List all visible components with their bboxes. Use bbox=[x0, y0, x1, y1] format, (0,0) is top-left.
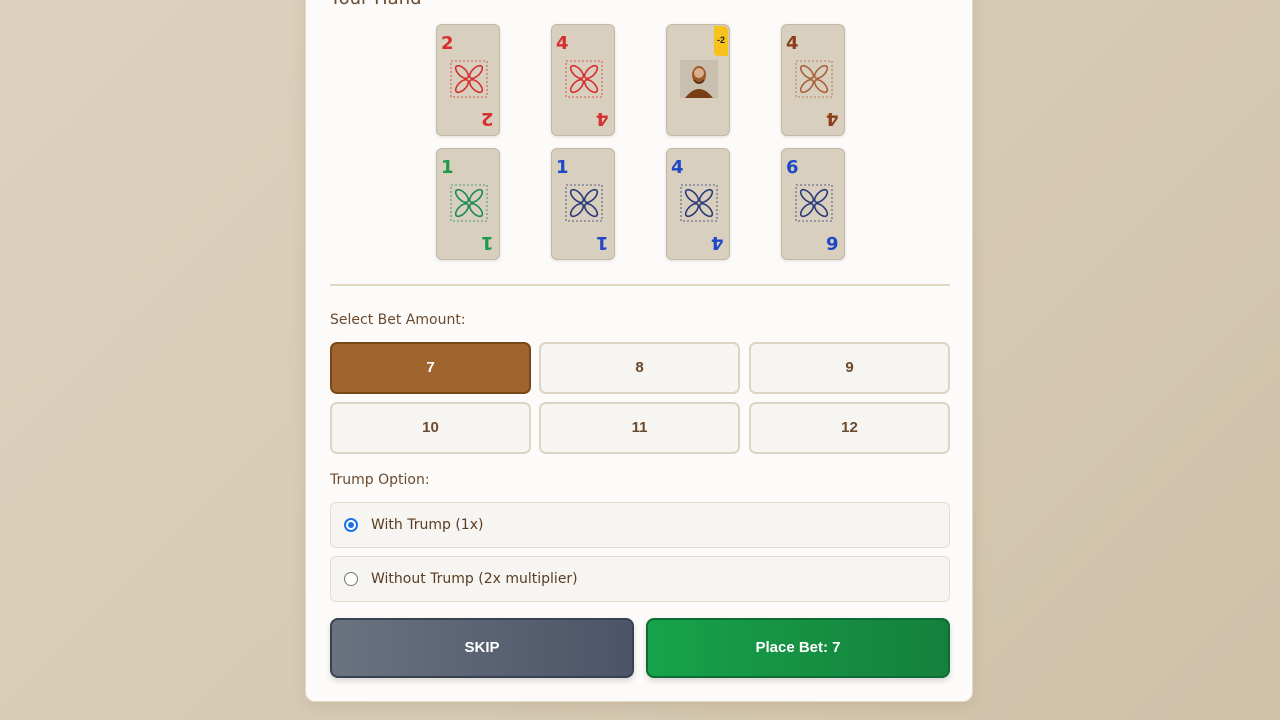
bet-option-8[interactable]: 8 bbox=[539, 342, 740, 394]
hand-card[interactable]: 4 4 bbox=[781, 24, 845, 136]
card-rank-bottom: 4 bbox=[711, 232, 724, 253]
card-rank: 4 bbox=[671, 157, 684, 178]
trump-option-label: Trump Option: bbox=[330, 472, 430, 488]
ornament-red-icon bbox=[450, 60, 488, 98]
penalty-badge: -2 bbox=[714, 26, 728, 56]
without-trump-label: Without Trump (2x multiplier) bbox=[371, 571, 578, 587]
bet-amount-label: Select Bet Amount: bbox=[330, 312, 466, 328]
portrait-face-card-icon bbox=[680, 60, 718, 98]
bet-option-10[interactable]: 10 bbox=[330, 402, 531, 454]
card-rank: 2 bbox=[441, 33, 454, 54]
hand-card-face[interactable]: -2 bbox=[666, 24, 730, 136]
section-divider bbox=[330, 284, 950, 286]
hand-card[interactable]: 2 2 bbox=[436, 24, 500, 136]
hand-card[interactable]: 6 6 bbox=[781, 148, 845, 260]
ornament-blue-icon bbox=[795, 184, 833, 222]
card-rank-bottom: 1 bbox=[596, 232, 609, 253]
without-trump-radio[interactable] bbox=[344, 572, 358, 586]
hand-card[interactable]: 1 1 bbox=[436, 148, 500, 260]
card-rank-bottom: 2 bbox=[481, 108, 494, 129]
with-trump-radio[interactable] bbox=[344, 518, 358, 532]
card-rank: 4 bbox=[556, 33, 569, 54]
ornament-green-icon bbox=[450, 184, 488, 222]
ornament-brown-icon bbox=[795, 60, 833, 98]
hand-card[interactable]: 4 4 bbox=[551, 24, 615, 136]
hand-card[interactable]: 4 4 bbox=[666, 148, 730, 260]
card-rank: 1 bbox=[556, 157, 569, 178]
ornament-blue-icon bbox=[565, 184, 603, 222]
bet-option-12[interactable]: 12 bbox=[749, 402, 950, 454]
card-rank-bottom: 1 bbox=[481, 232, 494, 253]
bet-option-7[interactable]: 7 bbox=[330, 342, 531, 394]
trump-option-with[interactable]: With Trump (1x) bbox=[330, 502, 950, 548]
card-rank-bottom: 6 bbox=[826, 232, 839, 253]
bet-option-11[interactable]: 11 bbox=[539, 402, 740, 454]
hand-title: Your Hand bbox=[330, 0, 422, 9]
card-rank: 4 bbox=[786, 33, 799, 54]
card-rank-bottom: 4 bbox=[596, 108, 609, 129]
with-trump-label: With Trump (1x) bbox=[371, 517, 484, 533]
card-rank: 6 bbox=[786, 157, 799, 178]
trump-option-without[interactable]: Without Trump (2x multiplier) bbox=[330, 556, 950, 602]
card-rank: 1 bbox=[441, 157, 454, 178]
card-rank-bottom: 4 bbox=[826, 108, 839, 129]
ornament-blue-icon bbox=[680, 184, 718, 222]
hand-card[interactable]: 1 1 bbox=[551, 148, 615, 260]
ornament-red-icon bbox=[565, 60, 603, 98]
skip-button[interactable]: SKIP bbox=[330, 618, 634, 678]
place-bet-button[interactable]: Place Bet: 7 bbox=[646, 618, 950, 678]
bet-option-9[interactable]: 9 bbox=[749, 342, 950, 394]
